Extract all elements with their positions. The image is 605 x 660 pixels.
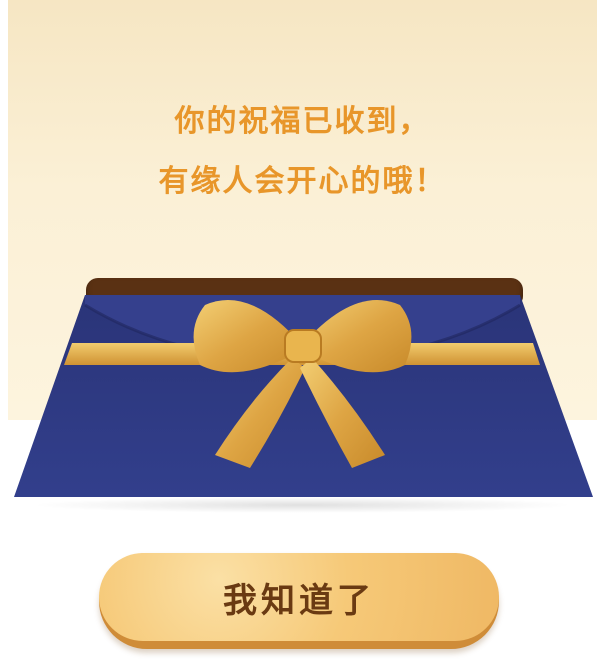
gift-envelope-icon (14, 295, 593, 497)
envelope-shadow (30, 497, 575, 513)
confirm-button-label: 我知道了 (223, 580, 375, 621)
confirm-button[interactable]: 我知道了 (99, 553, 499, 649)
confirm-button-face[interactable]: 我知道了 (99, 553, 499, 641)
